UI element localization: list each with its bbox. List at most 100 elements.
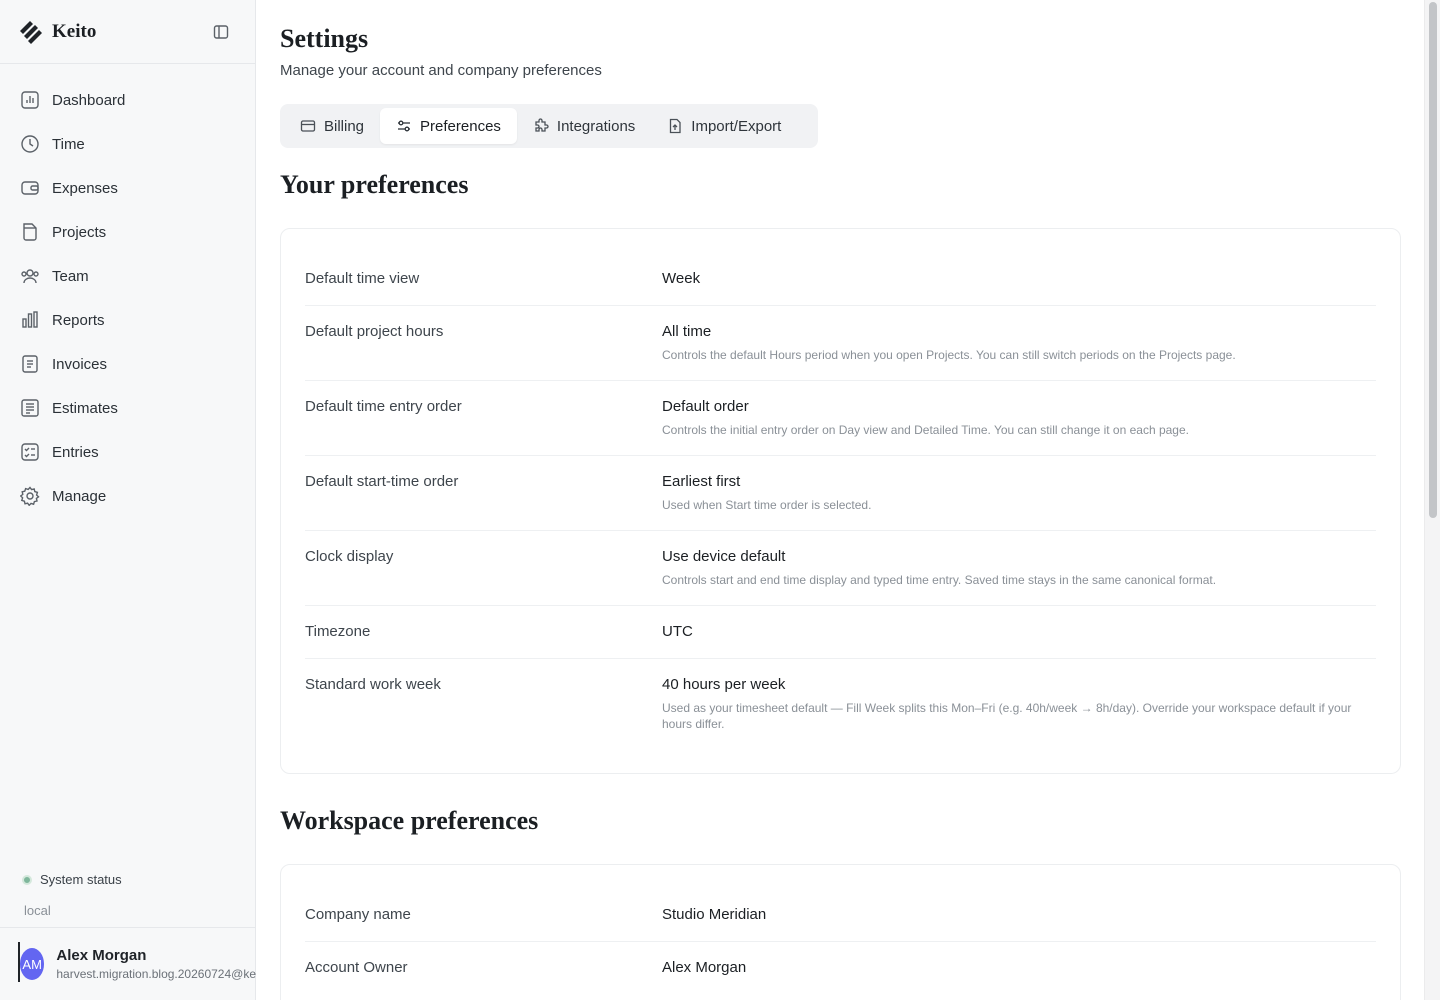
pref-label: Default start-time order bbox=[305, 473, 459, 490]
sidebar-item-label: Entries bbox=[52, 443, 99, 461]
sidebar-item-expenses[interactable]: Expenses bbox=[0, 166, 255, 210]
pref-label: Clock display bbox=[305, 548, 394, 565]
sidebar-item-label: Team bbox=[52, 267, 89, 285]
sidebar-item-dashboard[interactable]: Dashboard bbox=[0, 78, 255, 122]
brand-header: Keito bbox=[0, 0, 255, 64]
page-scrollbar[interactable] bbox=[1424, 0, 1440, 1000]
bar-chart-icon bbox=[22, 311, 38, 328]
scrollbar-thumb[interactable] bbox=[1429, 2, 1437, 518]
pref-value: Earliest first Used when Start time orde… bbox=[662, 473, 1376, 513]
user-menu[interactable]: AM Alex Morgan harvest.migration.blog.20… bbox=[0, 927, 256, 1000]
sidebar-item-label: Projects bbox=[52, 223, 107, 241]
pref-row-default-time-view[interactable]: Default time view Week bbox=[305, 253, 1376, 306]
pref-label: Company name bbox=[305, 906, 411, 923]
sidebar-item-reports[interactable]: Reports bbox=[0, 298, 255, 342]
pref-value: Week bbox=[662, 270, 1376, 288]
sidebar-toggle-icon[interactable] bbox=[211, 22, 231, 42]
pref-help-text: Controls start and end time display and … bbox=[662, 573, 1217, 587]
pref-row-clock-display[interactable]: Clock display Use device default Control… bbox=[305, 531, 1376, 606]
sidebar-item-label: Invoices bbox=[52, 355, 108, 373]
checklist-icon bbox=[21, 443, 39, 461]
invoice-icon bbox=[22, 355, 38, 373]
sidebar-item-entries[interactable]: Entries bbox=[0, 430, 255, 474]
pref-value-main[interactable]: Week bbox=[662, 270, 1376, 288]
puzzle-icon bbox=[535, 118, 549, 132]
credit-card-icon bbox=[300, 120, 316, 132]
pref-value-main[interactable]: Alex Morgan bbox=[662, 959, 1376, 977]
tab-label: Integrations bbox=[556, 117, 636, 135]
pref-help-text: Used as your timesheet default — Fill We… bbox=[662, 701, 1352, 731]
pref-value: UTC bbox=[662, 623, 1376, 641]
sidebar-nav: Dashboard Time Expenses Projects Team Re… bbox=[0, 64, 255, 518]
pref-row-default-project-hours[interactable]: Default project hours All time Controls … bbox=[305, 306, 1376, 381]
sidebar-item-projects[interactable]: Projects bbox=[0, 210, 255, 254]
page-title: Settings bbox=[280, 24, 369, 53]
users-icon bbox=[21, 269, 39, 284]
tab-billing[interactable]: Billing bbox=[284, 108, 380, 144]
pref-value-main[interactable]: 40 hours per week bbox=[662, 676, 1376, 694]
user-focus-indicator bbox=[18, 942, 20, 982]
sidebar-item-estimates[interactable]: Estimates bbox=[0, 386, 255, 430]
page-subtitle: Manage your account and company preferen… bbox=[280, 62, 602, 79]
pref-value: Default order Controls the initial entry… bbox=[662, 398, 1376, 438]
sidebar-item-label: Estimates bbox=[52, 399, 118, 417]
environment-label: local bbox=[24, 903, 51, 918]
pref-value: 40 hours per week Used as your timesheet… bbox=[662, 676, 1376, 732]
user-name: Alex Morgan bbox=[56, 947, 147, 964]
dashboard-icon bbox=[21, 91, 39, 109]
tab-label: Preferences bbox=[420, 117, 501, 135]
tab-preferences[interactable]: Preferences bbox=[380, 108, 517, 144]
sidebar-item-label: Time bbox=[52, 135, 85, 153]
sidebar-item-time[interactable]: Time bbox=[0, 122, 255, 166]
sidebar: Keito Dashboard Time Expenses Projects T… bbox=[0, 0, 256, 1000]
sidebar-item-team[interactable]: Team bbox=[0, 254, 255, 298]
keito-logo-icon[interactable] bbox=[18, 19, 44, 45]
pref-value: Alex Morgan bbox=[662, 959, 1376, 977]
main-content: Settings Manage your account and company… bbox=[256, 0, 1424, 1000]
sidebar-item-manage[interactable]: Manage bbox=[0, 474, 255, 518]
avatar: AM bbox=[20, 948, 45, 980]
pref-value-main[interactable]: Use device default bbox=[662, 548, 1376, 566]
folder-icon bbox=[23, 223, 37, 241]
settings-tabs: Billing Preferences Integrations Import/… bbox=[280, 104, 818, 148]
pref-value-main[interactable]: Default order bbox=[662, 398, 1376, 416]
tab-label: Import/Export bbox=[691, 117, 782, 135]
workspace-preferences-card: Company name Studio Meridian Account Own… bbox=[280, 864, 1401, 1000]
workspace-preferences-title: Workspace preferences bbox=[280, 806, 539, 835]
sidebar-item-label: Expenses bbox=[52, 179, 118, 197]
pref-value-main[interactable]: UTC bbox=[662, 623, 1376, 641]
estimate-icon bbox=[21, 399, 39, 417]
tab-label: Billing bbox=[324, 117, 365, 135]
system-status[interactable]: System status bbox=[22, 872, 122, 887]
your-preferences-card: Default time view Week Default project h… bbox=[280, 228, 1401, 774]
pref-value-main[interactable]: All time bbox=[662, 323, 1376, 341]
pref-row-default-time-entry-order[interactable]: Default time entry order Default order C… bbox=[305, 381, 1376, 456]
user-email: harvest.migration.blog.20260724@ke bbox=[56, 967, 256, 981]
pref-value-main[interactable]: Earliest first bbox=[662, 473, 1376, 491]
user-info: Alex Morgan harvest.migration.blog.20260… bbox=[56, 947, 256, 981]
system-status-label: System status bbox=[40, 872, 122, 887]
pref-value-main[interactable]: Studio Meridian bbox=[662, 906, 1376, 924]
pref-row-account-owner[interactable]: Account Owner Alex Morgan bbox=[305, 942, 1376, 994]
clock-icon bbox=[21, 135, 39, 153]
pref-row-company-name[interactable]: Company name Studio Meridian bbox=[305, 889, 1376, 942]
sidebar-item-label: Dashboard bbox=[52, 91, 126, 109]
sidebar-item-label: Reports bbox=[52, 311, 105, 329]
tab-integrations[interactable]: Integrations bbox=[517, 108, 651, 144]
pref-label: Default time view bbox=[305, 270, 420, 287]
pref-row-standard-work-week[interactable]: Standard work week 40 hours per week Use… bbox=[305, 659, 1376, 749]
tab-import-export[interactable]: Import/Export bbox=[651, 108, 797, 144]
pref-label: Timezone bbox=[305, 623, 371, 640]
pref-value: Studio Meridian bbox=[662, 906, 1376, 924]
pref-row-default-start-time-order[interactable]: Default start-time order Earliest first … bbox=[305, 456, 1376, 531]
pref-label: Standard work week bbox=[305, 676, 441, 693]
gear-icon bbox=[20, 486, 40, 506]
brand-name: Keito bbox=[52, 20, 97, 42]
sidebar-item-invoices[interactable]: Invoices bbox=[0, 342, 255, 386]
sliders-icon bbox=[398, 120, 411, 132]
pref-help-text: Controls the default Hours period when y… bbox=[662, 348, 1236, 362]
pref-row-timezone[interactable]: Timezone UTC bbox=[305, 606, 1376, 659]
pref-value: All time Controls the default Hours peri… bbox=[662, 323, 1376, 363]
wallet-icon bbox=[21, 181, 39, 195]
status-dot-icon bbox=[22, 874, 32, 885]
